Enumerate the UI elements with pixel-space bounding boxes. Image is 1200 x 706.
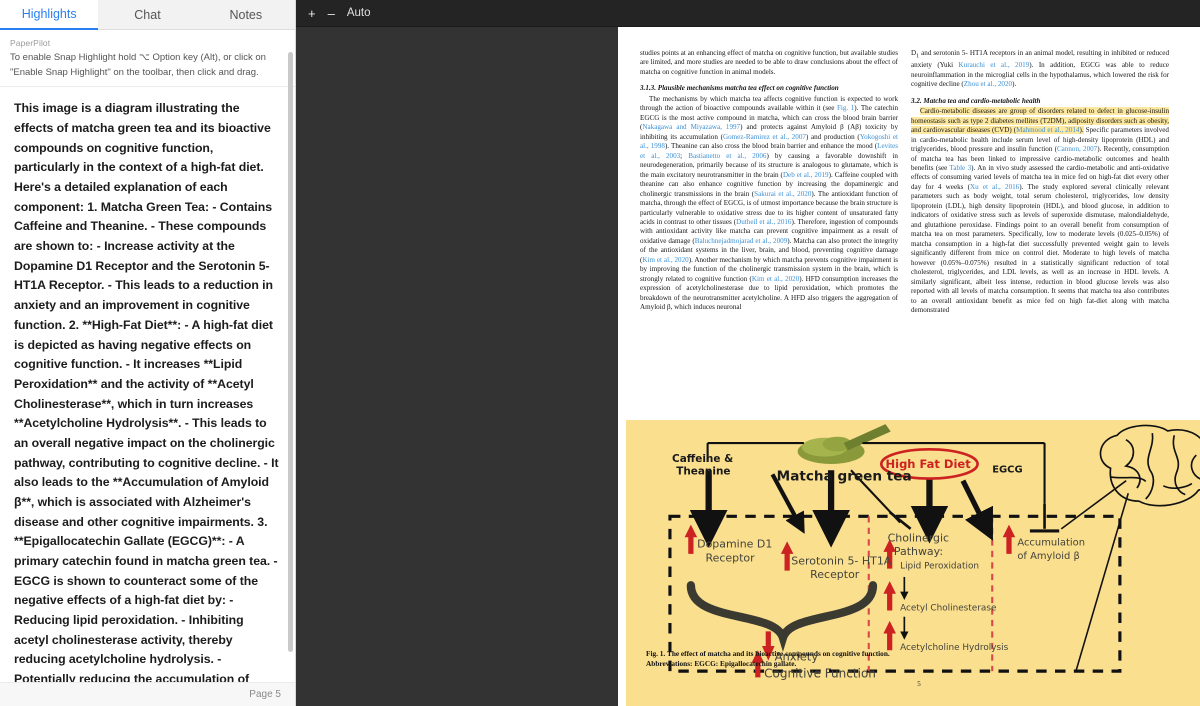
pdf-viewer: + – Auto studies points at an enhancing … (296, 0, 1200, 706)
left-column: studies points at an enhancing effect of… (640, 49, 898, 315)
rp1d: ). (1012, 80, 1017, 89)
tab-highlights-label: Highlights (21, 7, 77, 21)
label-caffeine-theanine: Caffeine & (672, 453, 733, 465)
ref-dutheil[interactable]: Dutheil et al., 2016 (736, 218, 791, 226)
matcha-cognition-diagram-icon: Caffeine & Theanine Matcha green tea Hig… (626, 420, 1200, 682)
sidebar-scrollbar[interactable] (288, 52, 293, 652)
page-columns: studies points at an enhancing effect of… (640, 49, 1172, 315)
right-heading-32: 3.2. Matcha tea and cardio-metabolic hea… (911, 96, 1041, 105)
left-para-2: The mechanisms by which matcha tea affec… (640, 95, 898, 313)
highlights-sidebar: Highlights Chat Notes PaperPilot To enab… (0, 0, 296, 706)
svg-text:of Amyloid β: of Amyloid β (1017, 551, 1080, 562)
right-column: D1 and serotonin 5- HT1A receptors in an… (911, 49, 1169, 315)
ref-table3[interactable]: Table 3 (950, 164, 972, 172)
tab-chat-label: Chat (134, 8, 161, 22)
label-lipid-peroxidation: Lipid Peroxidation (900, 562, 979, 572)
svg-text:Receptor: Receptor (810, 568, 860, 581)
page-indicator: Page 5 (249, 689, 281, 700)
label-egcg: EGCG (992, 464, 1022, 475)
label-amyloid: Accumulation (1017, 538, 1085, 549)
figure-caption-line2: Abbreviations: EGCG: Epigallocatechin ga… (646, 659, 797, 669)
highlight-item-text: This image is a diagram illustrating the… (14, 101, 279, 682)
rp2d: ). The study explored several clinically… (911, 182, 1169, 315)
tab-chat[interactable]: Chat (98, 0, 196, 30)
ref-kurauchi[interactable]: Kurauchi et al., 2019 (959, 61, 1030, 69)
ref-nakagawa[interactable]: Nakagawa and Miyazawa, 1997 (642, 123, 740, 131)
ref-kim-2[interactable]: Kim et al., 2020 (752, 275, 799, 283)
tab-notes-label: Notes (229, 8, 263, 22)
sidebar-tabs: Highlights Chat Notes (0, 0, 295, 30)
figure-1[interactable]: Caffeine & Theanine Matcha green tea Hig… (626, 420, 1200, 706)
zoom-in-icon[interactable]: + (308, 7, 316, 20)
tab-highlights[interactable]: Highlights (0, 0, 99, 30)
label-cholinergic: Cholinergic (888, 531, 949, 544)
zoom-out-icon[interactable]: – (328, 7, 335, 20)
pdf-page: studies points at an enhancing effect of… (618, 27, 1200, 706)
right-para-2: Cardio-metabolic diseases are group of d… (911, 107, 1169, 315)
ref-baluchnejad[interactable]: Baluchnejadmojarad et al., 2009 (695, 237, 788, 245)
svg-text:Theanine: Theanine (676, 465, 730, 477)
left-para-1: studies points at an enhancing effect of… (640, 49, 898, 76)
svg-text:Receptor: Receptor (706, 551, 756, 564)
label-high-fat-diet: High Fat Diet (886, 457, 972, 471)
label-serotonin: Serotonin 5- HT1A (791, 554, 891, 567)
figure-caption-line1: Fig. 1. The effect of matcha and its bio… (646, 648, 890, 658)
sidebar-footer: Page 5 (0, 682, 295, 706)
snap-highlight-hint: PaperPilot To enable Snap Highlight hold… (0, 30, 295, 88)
lp2e: ). Theanine can also cross the blood bra… (664, 142, 878, 151)
ref-zhou[interactable]: Zhou et al., 2020 (964, 80, 1012, 88)
pdf-toolbar: + – Auto (296, 0, 1200, 27)
hint-app-name: PaperPilot (10, 38, 51, 48)
pdf-page-number: 5 (917, 680, 921, 688)
svg-text:Pathway:: Pathway: (894, 545, 943, 558)
ref-xu[interactable]: Xu et al., 2016 (970, 183, 1019, 191)
ref-bastianetto[interactable]: Bastianetto et al., 2006 (688, 152, 766, 160)
left-heading-313: 3.1.3. Plausible mechanisms matcha tea e… (640, 84, 839, 93)
ref-cannon[interactable]: Cannon, 2007 (1057, 145, 1097, 153)
label-dopamine: Dopamine D1 (697, 538, 772, 551)
pdf-canvas[interactable]: studies points at an enhancing effect of… (296, 27, 1200, 706)
ref-sakurai[interactable]: Sakurai et al., 2020 (754, 190, 811, 198)
ref-gomez[interactable]: Gomez-Ramirez et al., 2007 (723, 133, 806, 141)
label-acetyl-cholinesterase: Acetyl Cholinesterase (900, 603, 996, 613)
figure-caption: Fig. 1. The effect of matcha and its bio… (646, 649, 1186, 670)
ref-kim-1[interactable]: Kim et al., 2020 (642, 256, 688, 264)
lp2d: ) and production ( (805, 132, 860, 141)
ref-deb[interactable]: Deb et al., 2019 (783, 171, 829, 179)
hint-instructions: To enable Snap Highlight hold ⌥ Option k… (10, 52, 266, 78)
tab-notes[interactable]: Notes (197, 0, 295, 30)
highlight-list[interactable]: This image is a diagram illustrating the… (0, 87, 295, 682)
ref-fig1[interactable]: Fig. 1 (837, 104, 854, 112)
zoom-level-label[interactable]: Auto (347, 7, 371, 19)
ref-mahmood[interactable]: Mahmood et al., 2014 (1016, 126, 1080, 135)
right-para-1: D1 and serotonin 5- HT1A receptors in an… (911, 49, 1169, 90)
app-root: Highlights Chat Notes PaperPilot To enab… (0, 0, 1200, 706)
